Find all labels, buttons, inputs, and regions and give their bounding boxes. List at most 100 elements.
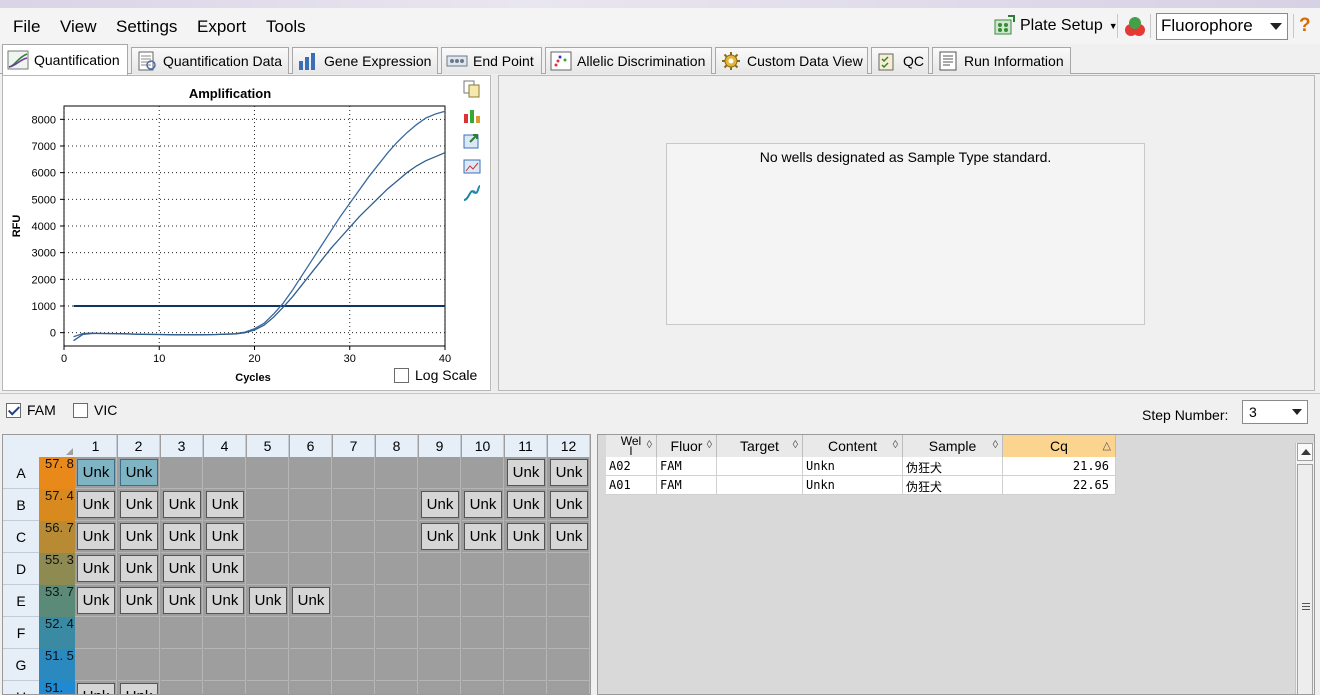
results-column-header[interactable]: Wel l ◊ xyxy=(606,435,657,457)
plate-well[interactable] xyxy=(419,553,461,585)
column-header[interactable]: 2 xyxy=(118,435,160,457)
plate-well[interactable] xyxy=(290,681,332,694)
tab-end-point[interactable]: End Point xyxy=(441,47,542,74)
plate-well[interactable]: Unk xyxy=(75,489,117,521)
plate-well[interactable]: Unk xyxy=(548,489,590,521)
log-scale-checkbox[interactable]: Log Scale xyxy=(394,367,477,383)
vic-checkbox-box[interactable] xyxy=(73,402,88,418)
plate-well[interactable] xyxy=(548,585,590,617)
menu-export[interactable]: Export xyxy=(197,17,246,37)
tab-custom-data-view[interactable]: Custom Data View xyxy=(715,47,868,74)
row-header[interactable]: D xyxy=(3,553,39,585)
plate-well[interactable] xyxy=(290,617,332,649)
plate-well[interactable] xyxy=(376,521,418,553)
results-column-header[interactable]: Fluor ◊ xyxy=(657,435,717,457)
fam-checkbox[interactable]: FAM xyxy=(6,402,56,418)
plate-well[interactable]: Unk xyxy=(419,489,461,521)
plate-well[interactable] xyxy=(419,457,461,489)
plate-well[interactable]: Unk xyxy=(75,553,117,585)
column-header[interactable]: 4 xyxy=(204,435,246,457)
results-column-header[interactable]: Target ◊ xyxy=(717,435,803,457)
plate-well[interactable] xyxy=(462,553,504,585)
plate-well[interactable]: Unk xyxy=(75,521,117,553)
plate-well[interactable]: Unk xyxy=(290,585,332,617)
curve-style-icon[interactable] xyxy=(462,184,482,202)
plate-well[interactable] xyxy=(376,681,418,694)
plate-well[interactable]: Unk xyxy=(462,521,504,553)
plate-well[interactable] xyxy=(161,681,203,694)
plate-well[interactable] xyxy=(419,649,461,681)
plate-well[interactable] xyxy=(247,649,289,681)
plate-well[interactable]: Unk xyxy=(75,585,117,617)
plate-well[interactable] xyxy=(333,617,375,649)
plate-well[interactable]: Unk xyxy=(161,553,203,585)
plate-well[interactable]: Unk xyxy=(505,489,547,521)
row-header[interactable]: G xyxy=(3,649,39,681)
plate-well[interactable] xyxy=(376,457,418,489)
results-column-header[interactable]: Sample ◊ xyxy=(903,435,1003,457)
scroll-thumb[interactable] xyxy=(1297,464,1313,694)
plate-well[interactable]: Unk xyxy=(118,521,160,553)
plate-well[interactable] xyxy=(462,585,504,617)
row-header[interactable]: B xyxy=(3,489,39,521)
plate-well[interactable] xyxy=(333,681,375,694)
plate-well[interactable] xyxy=(161,617,203,649)
plate-well[interactable]: Unk xyxy=(204,489,246,521)
plate-well[interactable] xyxy=(118,617,160,649)
plate-well[interactable] xyxy=(247,681,289,694)
plate-well[interactable] xyxy=(419,681,461,694)
column-header[interactable]: 9 xyxy=(419,435,461,457)
plate-well[interactable] xyxy=(204,617,246,649)
column-header[interactable]: 11 xyxy=(505,435,547,457)
column-header[interactable]: 6 xyxy=(290,435,332,457)
plate-well[interactable] xyxy=(247,489,289,521)
tab-quantification-data[interactable]: Quantification Data xyxy=(131,47,289,74)
plate-well[interactable] xyxy=(75,649,117,681)
plate-corner[interactable] xyxy=(3,435,75,457)
plate-well[interactable]: Unk xyxy=(161,585,203,617)
table-row[interactable]: A01 FAM Unkn 伪狂犬 22.65 xyxy=(606,476,1116,495)
plate-well[interactable]: Unk xyxy=(204,585,246,617)
plate-well[interactable]: Unk xyxy=(204,553,246,585)
plate-well[interactable] xyxy=(247,553,289,585)
menu-file[interactable]: File xyxy=(13,17,40,37)
row-header[interactable]: H xyxy=(3,681,39,694)
plate-well[interactable] xyxy=(161,649,203,681)
plate-well[interactable] xyxy=(204,457,246,489)
export-icon[interactable] xyxy=(462,132,482,150)
plate-well[interactable] xyxy=(419,617,461,649)
plate-well[interactable] xyxy=(505,553,547,585)
plate-well[interactable] xyxy=(333,553,375,585)
plate-well[interactable] xyxy=(548,553,590,585)
plate-well[interactable] xyxy=(376,649,418,681)
plate-well[interactable] xyxy=(505,681,547,694)
plate-well[interactable] xyxy=(290,649,332,681)
results-column-header[interactable]: Content ◊ xyxy=(803,435,903,457)
plate-well[interactable] xyxy=(505,617,547,649)
plate-well[interactable] xyxy=(290,521,332,553)
row-header[interactable]: F xyxy=(3,617,39,649)
plate-well[interactable]: Unk xyxy=(75,457,117,489)
column-header[interactable]: 5 xyxy=(247,435,289,457)
results-column-header[interactable]: Cq △ xyxy=(1003,435,1116,457)
plate-well[interactable]: Unk xyxy=(118,681,160,694)
plate-well[interactable] xyxy=(462,681,504,694)
tab-quantification[interactable]: Quantification xyxy=(2,44,128,75)
column-header[interactable]: 1 xyxy=(75,435,117,457)
plate-well[interactable] xyxy=(333,649,375,681)
plate-well[interactable]: Unk xyxy=(118,553,160,585)
plate-well[interactable] xyxy=(333,585,375,617)
tab-run-information[interactable]: Run Information xyxy=(932,47,1071,74)
log-scale-checkbox-box[interactable] xyxy=(394,367,409,383)
plate-well[interactable]: Unk xyxy=(75,681,117,694)
plate-well[interactable] xyxy=(462,649,504,681)
plate-well[interactable] xyxy=(118,649,160,681)
plate-well[interactable] xyxy=(290,489,332,521)
fam-checkbox-box[interactable] xyxy=(6,402,21,418)
plate-well[interactable] xyxy=(462,457,504,489)
menu-settings[interactable]: Settings xyxy=(116,17,177,37)
plate-well[interactable] xyxy=(247,521,289,553)
plate-well[interactable]: Unk xyxy=(505,521,547,553)
plate-well[interactable] xyxy=(548,649,590,681)
plate-well[interactable]: Unk xyxy=(548,457,590,489)
